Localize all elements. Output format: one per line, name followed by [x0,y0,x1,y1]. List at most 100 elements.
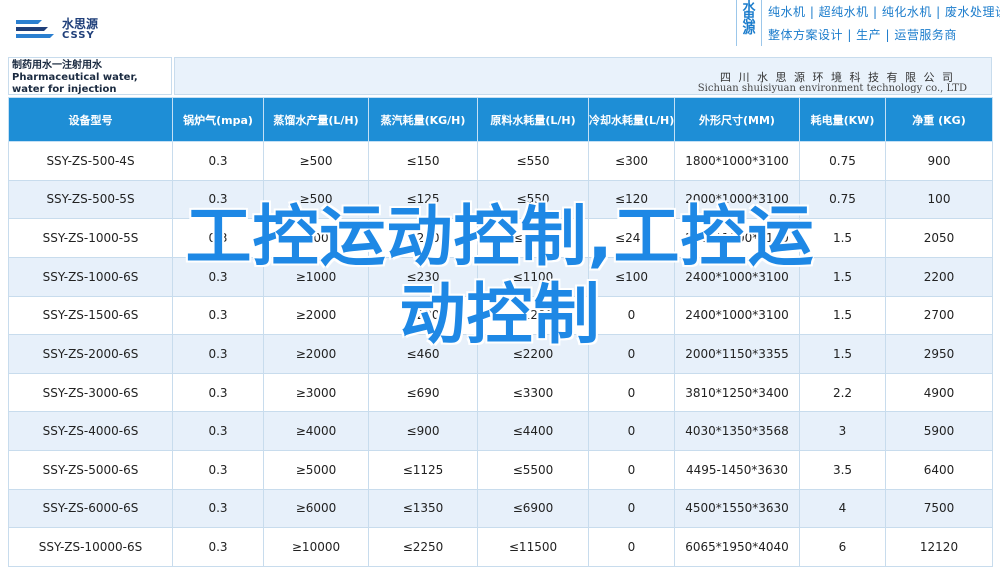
table-cell: 0.75 [799,179,886,220]
table-cell: SSY-ZS-2000-6S [8,334,173,374]
column-header: 外形尺寸(MM) [674,97,800,142]
product-title-en: Pharmaceutical water, water for injectio… [12,72,138,95]
table-row: SSY-ZS-6000-6S 0.3 ≥6000 ≤1350 ≤6900 0 4500*15… [8,488,993,529]
table-row: SSY-ZS-1000-5S 0.3 ≥1000 ≤250 ≤1100 ≤240 2000*… [8,218,993,258]
table-row: SSY-ZS-500-4S 0.3 ≥500 ≤150 ≤550 ≤300 1800*100… [8,141,993,181]
table-cell: ≤1100 [477,218,589,258]
table-cell: 0.3 [172,295,264,336]
logo-english-name: CSSY [62,30,95,41]
table-row: SSY-ZS-1500-6S 0.3 ≥2000 ≤230 ≤2200 0 2400*100… [8,295,993,336]
table-cell: ≥500 [263,141,369,181]
table-cell: 0 [588,295,675,336]
table-cell: ≤100 [588,256,675,297]
table-cell: 1.5 [799,334,886,374]
brand-vertical-box: 水思源 [736,0,762,46]
table-cell: 1800*1000*3100 [674,141,800,181]
column-header: 耗电量(KW) [799,97,886,142]
table-cell: ≤550 [477,179,589,220]
table-cell: ≤120 [588,179,675,220]
table-cell: ≤4400 [477,411,589,451]
table-cell: ≥2000 [263,334,369,374]
table-cell: ≥1000 [263,218,369,258]
table-row: SSY-ZS-4000-6S 0.3 ≥4000 ≤900 ≤4400 0 4030*135… [8,411,993,451]
table-header-row: 设备型号 锅炉气(mpa) 蒸馏水产量(L/H) 蒸汽耗量(KG/H) 原料水耗量(L/… [8,97,993,142]
table-cell: 1.5 [799,256,886,297]
product-title-cn: 制药用水一注射用水 [12,60,102,71]
table-cell: 4 [799,488,886,529]
table-cell: 3810*1250*3400 [674,372,800,413]
table-cell: 0 [588,488,675,529]
table-cell: SSY-ZS-3000-6S [8,372,173,413]
table-cell: 0.3 [172,218,264,258]
table-cell: ≤5500 [477,450,589,490]
table-cell: ≤2250 [368,527,478,567]
table-cell: ≤550 [477,141,589,181]
table-row: SSY-ZS-500-5S 0.3 ≥500 ≤125 ≤550 ≤120 2000*100… [8,179,993,220]
table-cell: 2700 [885,295,993,336]
table-cell: ≤125 [368,179,478,220]
table-cell: 5900 [885,411,993,451]
table-cell: ≤1350 [368,488,478,529]
table-cell: ≤900 [368,411,478,451]
page-header: 水思源 CSSY 水思源 纯水机 | 超纯水机 | 纯化水机 | 废水处理设备 … [0,0,1000,55]
table-cell: 0 [588,334,675,374]
table-row: SSY-ZS-2000-6S 0.3 ≥2000 ≤460 ≤2200 0 2000*115… [8,334,993,374]
table-cell: ≤1125 [368,450,478,490]
table-cell: 2.2 [799,372,886,413]
table-cell: 2000*1150*3355 [674,334,800,374]
table-cell: 0.3 [172,179,264,220]
table-cell: 0.3 [172,488,264,529]
table-cell: 0.3 [172,256,264,297]
table-cell: SSY-ZS-500-4S [8,141,173,181]
table-cell: SSY-ZS-1500-6S [8,295,173,336]
table-cell: ≥5000 [263,450,369,490]
table-cell: 0 [588,450,675,490]
table-cell: ≤6900 [477,488,589,529]
column-header: 蒸馏水产量(L/H) [263,97,369,142]
spec-table: 设备型号 锅炉气(mpa) 蒸馏水产量(L/H) 蒸汽耗量(KG/H) 原料水耗量(L/… [8,97,993,567]
table-row: SSY-ZS-10000-6S 0.3 ≥10000 ≤2250 ≤11500 0 6065… [8,527,993,567]
table-cell: 0.3 [172,372,264,413]
table-cell: 0 [588,411,675,451]
table-cell: 100 [885,179,993,220]
table-cell: 6400 [885,450,993,490]
table-cell: ≥6000 [263,488,369,529]
table-row: SSY-ZS-5000-6S 0.3 ≥5000 ≤1125 ≤5500 0 4495-14… [8,450,993,490]
table-cell: ≤3300 [477,372,589,413]
table-cell: 0.3 [172,334,264,374]
table-cell: 3 [799,411,886,451]
table-cell: SSY-ZS-10000-6S [8,527,173,567]
table-cell: 4495-1450*3630 [674,450,800,490]
table-cell: 0 [588,372,675,413]
table-cell: 2000*1000*3100 [674,218,800,258]
company-strip: 四 川 水 思 源 环 境 科 技 有 限 公 司 Sichuan shuisi… [174,57,992,95]
table-cell: 2200 [885,256,993,297]
brand-vertical-text: 水思源 [742,0,756,37]
table-cell: ≤300 [588,141,675,181]
column-header: 设备型号 [8,97,173,142]
table-header: 设备型号 锅炉气(mpa) 蒸馏水产量(L/H) 蒸汽耗量(KG/H) 原料水耗量(L/… [8,97,993,142]
tagline-services: 整体方案设计 | 生产 | 运营服务商 [768,28,957,42]
table-cell: ≤240 [588,218,675,258]
table-row: SSY-ZS-3000-6S 0.3 ≥3000 ≤690 ≤3300 0 3810*125… [8,372,993,413]
table-cell: ≤2200 [477,334,589,374]
company-logo: 水思源 CSSY [12,12,102,46]
table-cell: ≤230 [368,256,478,297]
table-cell: ≤11500 [477,527,589,567]
column-header: 锅炉气(mpa) [172,97,264,142]
table-cell: 0.3 [172,411,264,451]
table-cell: 2050 [885,218,993,258]
company-name-en: Sichuan shuisiyuan environment technolog… [697,83,967,94]
table-cell: ≤250 [368,218,478,258]
table-cell: 0.75 [799,141,886,181]
table-cell: ≥3000 [263,372,369,413]
table-cell: SSY-ZS-500-5S [8,179,173,220]
table-cell: SSY-ZS-1000-5S [8,218,173,258]
table-cell: ≤1100 [477,256,589,297]
table-cell: 0 [588,527,675,567]
table-cell: 0.3 [172,450,264,490]
table-cell: 7500 [885,488,993,529]
column-header: 蒸汽耗量(KG/H) [368,97,478,142]
column-header: 净重 (KG) [885,97,993,142]
table-cell: ≥4000 [263,411,369,451]
